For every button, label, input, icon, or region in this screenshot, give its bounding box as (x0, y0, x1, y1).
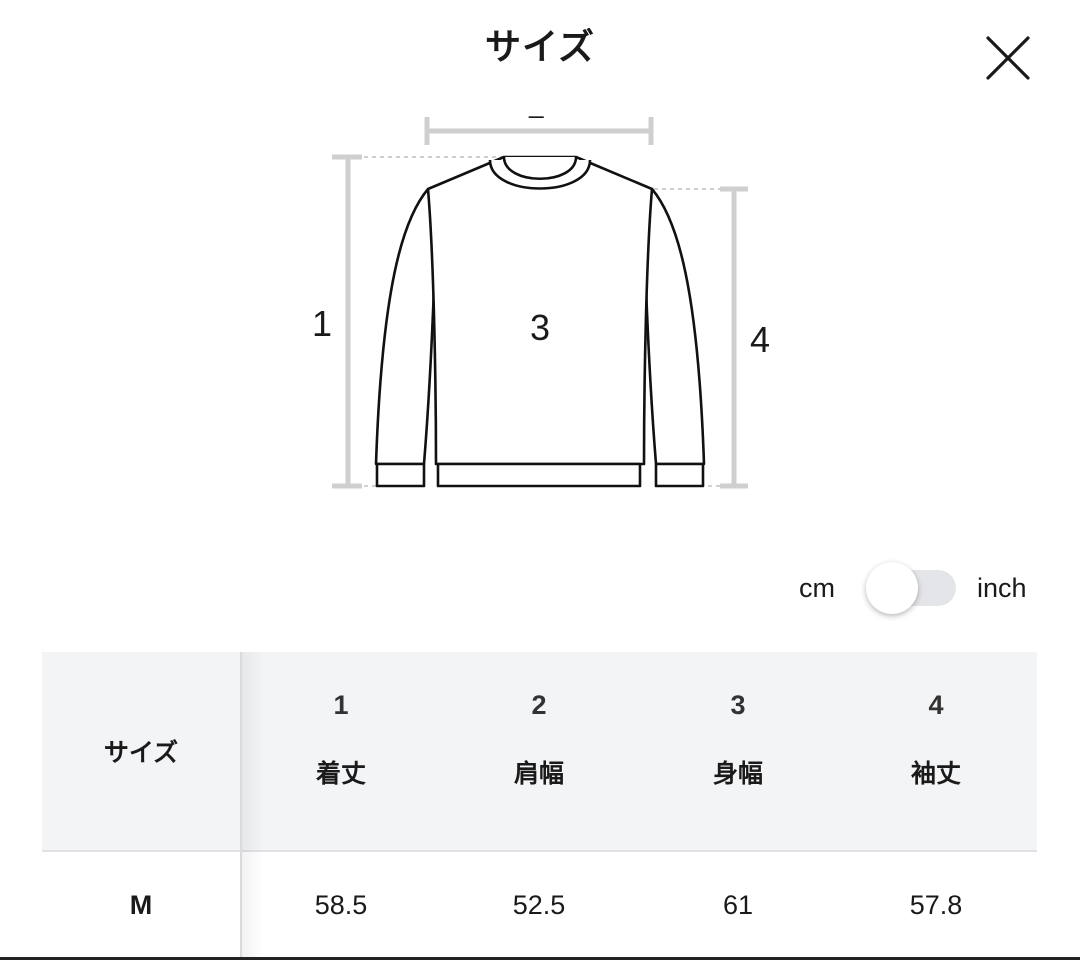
unit-toggle-knob[interactable] (866, 562, 918, 614)
table-cell: 58.5 (314, 889, 368, 920)
close-icon (986, 36, 1030, 80)
column-header-1: 1 着丈 (242, 652, 440, 850)
column-number: 3 (730, 690, 746, 720)
column-number: 1 (333, 690, 349, 720)
row-size: M (129, 889, 153, 920)
column-name: 着丈 (315, 759, 366, 788)
measure-label-3: 3 (530, 307, 551, 348)
column-header-size: サイズ (103, 738, 179, 767)
unit-label-cm[interactable]: cm (799, 570, 835, 606)
column-header-4: 4 袖丈 (837, 652, 1035, 850)
column-number: 2 (531, 690, 547, 720)
close-button[interactable] (982, 32, 1034, 84)
table-cell: 57.8 (909, 889, 963, 920)
size-table: サイズ 1 着丈 2 肩幅 3 身幅 4 袖丈 M 58.5 52.5 61 5… (42, 652, 1037, 960)
column-name: 袖丈 (910, 759, 961, 788)
measure-label-4: 4 (750, 319, 771, 360)
table-row: M 58.5 52.5 61 57.8 (42, 852, 1037, 958)
size-diagram: 1 _ 3 4 (290, 89, 790, 510)
column-name: 肩幅 (513, 759, 564, 788)
column-name: 身幅 (712, 759, 763, 788)
measure-label-2: _ (529, 89, 544, 119)
sweatshirt-diagram (332, 117, 748, 489)
table-cell: 52.5 (512, 889, 566, 920)
measure-label-1: 1 (312, 303, 333, 344)
table-cell: 61 (722, 889, 754, 920)
column-header-3: 3 身幅 (639, 652, 837, 850)
measure-line-1 (332, 154, 362, 489)
column-number: 4 (928, 690, 944, 720)
page-title: サイズ (485, 27, 595, 68)
unit-label-inch[interactable]: inch (977, 570, 1027, 606)
sticky-column-shadow (242, 652, 264, 960)
column-header-2: 2 肩幅 (440, 652, 638, 850)
measure-line-4 (720, 186, 748, 489)
